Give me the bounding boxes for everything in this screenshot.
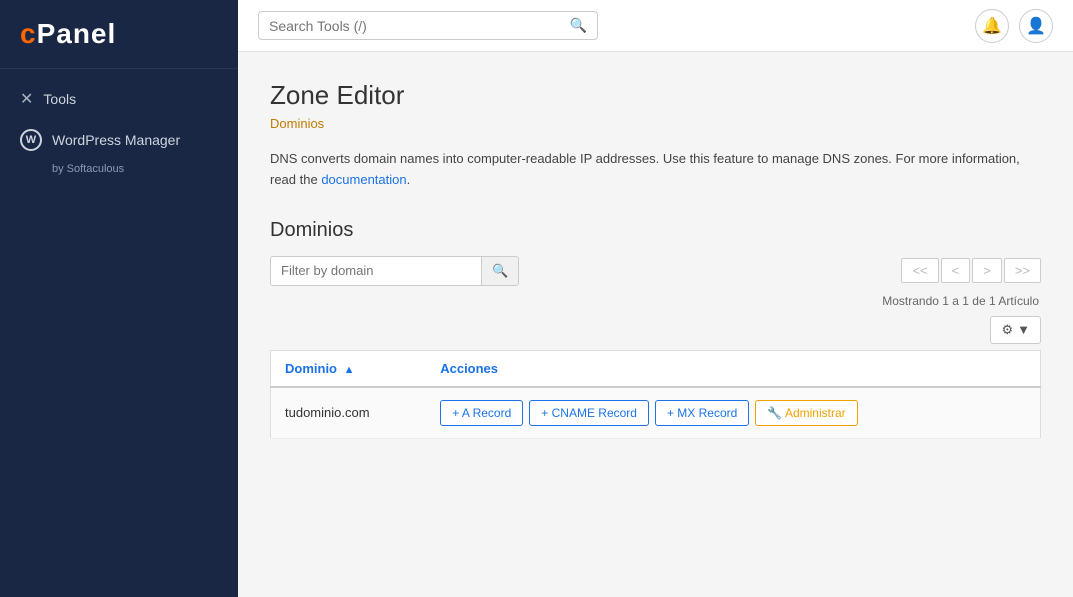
search-input[interactable] — [269, 18, 570, 34]
sidebar-logo: cPanel — [0, 0, 238, 69]
pagination-prev[interactable]: < — [941, 258, 971, 283]
table-body: tudominio.com + A Record + CNAME Record … — [271, 387, 1041, 439]
user-button[interactable]: 👤 — [1019, 9, 1053, 43]
domain-table: Dominio ▲ Acciones tudominio.com + A Rec… — [270, 350, 1041, 439]
table-head: Dominio ▲ Acciones — [271, 350, 1041, 387]
wordpress-row: W WordPress Manager — [20, 129, 180, 151]
search-bar[interactable]: 🔍 — [258, 11, 598, 40]
cpanel-logo-text: cPanel — [20, 18, 218, 50]
pagination-last[interactable]: >> — [1004, 258, 1041, 283]
gear-dropdown-icon: ▼ — [1017, 322, 1030, 337]
sidebar-item-wordpress-label: WordPress Manager — [52, 132, 180, 148]
sidebar-nav: ✕ Tools W WordPress Manager by Softaculo… — [0, 69, 238, 195]
add-cname-record-button[interactable]: + CNAME Record — [529, 400, 649, 426]
filter-input[interactable] — [271, 257, 481, 284]
page-title: Zone Editor — [270, 80, 1041, 111]
col-domain: Dominio ▲ — [271, 350, 427, 387]
pagination: << < > >> — [901, 258, 1041, 283]
documentation-link[interactable]: documentation — [321, 172, 406, 187]
domain-cell: tudominio.com — [271, 387, 427, 439]
add-a-record-button[interactable]: + A Record — [440, 400, 523, 426]
pagination-next[interactable]: > — [972, 258, 1002, 283]
wordpress-icon: W — [20, 129, 42, 151]
gear-icon: ⚙ — [1001, 322, 1013, 338]
filter-input-wrap: 🔍 — [270, 256, 519, 286]
header: 🔍 🔔 👤 — [238, 0, 1073, 52]
sidebar-item-wordpress[interactable]: W WordPress Manager by Softaculous — [0, 119, 238, 185]
description-end: . — [407, 172, 411, 187]
header-icons: 🔔 👤 — [975, 9, 1053, 43]
main-content: 🔍 🔔 👤 Zone Editor Dominios DNS converts … — [238, 0, 1073, 597]
gear-button[interactable]: ⚙ ▼ — [990, 316, 1041, 344]
sidebar: cPanel ✕ Tools W WordPress Manager by So… — [0, 0, 238, 597]
description-plain: DNS converts domain names into computer-… — [270, 151, 663, 166]
showing-text: Mostrando 1 a 1 de 1 Artículo — [270, 294, 1041, 308]
pagination-first[interactable]: << — [901, 258, 938, 283]
filter-row: 🔍 << < > >> — [270, 256, 1041, 286]
notifications-button[interactable]: 🔔 — [975, 9, 1009, 43]
table-toolbar: ⚙ ▼ — [270, 316, 1041, 344]
col-actions: Acciones — [426, 350, 1040, 387]
breadcrumb[interactable]: Dominios — [270, 116, 324, 131]
manage-button[interactable]: 🔧 Administrar — [755, 400, 857, 426]
tools-icon: ✕ — [20, 89, 33, 109]
add-mx-record-button[interactable]: + MX Record — [655, 400, 749, 426]
domain-value: tudominio.com — [285, 405, 370, 420]
sidebar-item-wordpress-sub: by Softaculous — [20, 163, 124, 175]
sidebar-item-tools[interactable]: ✕ Tools — [0, 79, 238, 119]
action-buttons: + A Record + CNAME Record + MX Record 🔧 … — [440, 400, 1026, 426]
description: DNS converts domain names into computer-… — [270, 149, 1041, 191]
sort-arrow-icon: ▲ — [344, 364, 355, 376]
section-title: Dominios — [270, 219, 1041, 242]
content-area: Zone Editor Dominios DNS converts domain… — [238, 52, 1073, 597]
actions-cell: + A Record + CNAME Record + MX Record 🔧 … — [426, 387, 1040, 439]
sidebar-item-tools-label: Tools — [43, 91, 76, 107]
table-row: tudominio.com + A Record + CNAME Record … — [271, 387, 1041, 439]
search-icon[interactable]: 🔍 — [570, 17, 587, 34]
col-domain-label: Dominio — [285, 361, 337, 376]
filter-search-button[interactable]: 🔍 — [481, 257, 518, 285]
